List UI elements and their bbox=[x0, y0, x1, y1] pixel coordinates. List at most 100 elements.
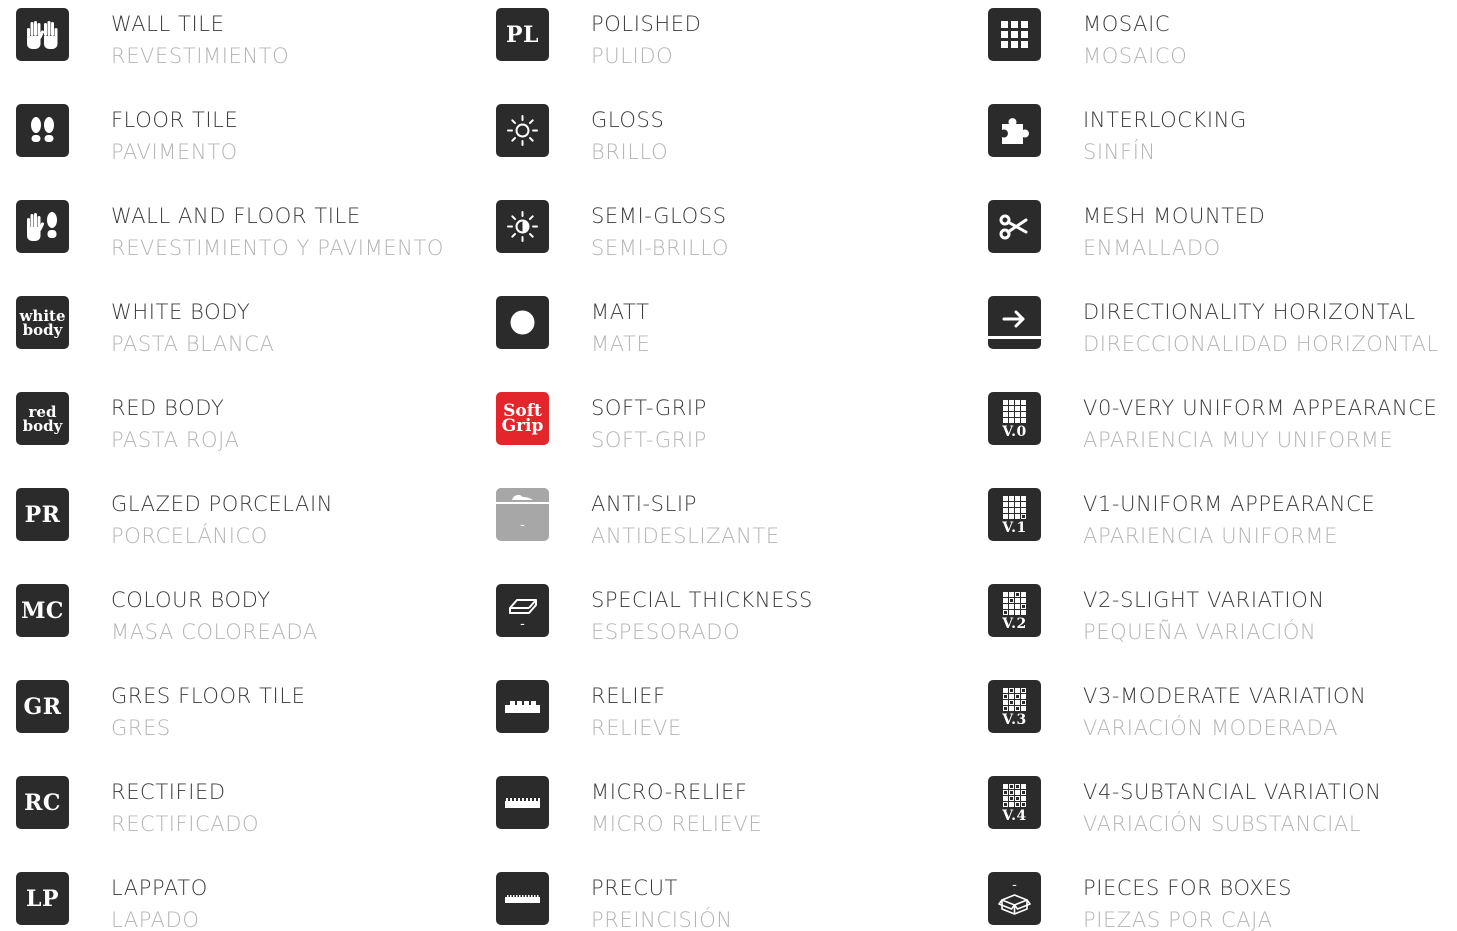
label-es: ENMALLADO bbox=[1083, 236, 1221, 260]
footprints-icon bbox=[16, 104, 69, 157]
legend-item: MESH MOUNTED ENMALLADO bbox=[988, 192, 1457, 260]
icon-text: Grip bbox=[501, 415, 544, 436]
legend-item: V.1 V1-UNIFORM APPEARANCE APARIENCIA UNI… bbox=[988, 480, 1457, 548]
legend-item: V.2 V2-SLIGHT VARIATION PEQUEÑA VARIACIÓ… bbox=[988, 576, 1457, 644]
icon-text: - bbox=[520, 615, 525, 631]
label-en: COLOUR BODY bbox=[111, 588, 271, 612]
precut-icon bbox=[496, 872, 549, 925]
shoe-icon: - bbox=[496, 488, 549, 541]
label-es: MICRO RELIEVE bbox=[591, 812, 763, 836]
v0-icon: V.0 bbox=[988, 392, 1041, 445]
legend-item: MC COLOUR BODY MASA COLOREADA bbox=[16, 576, 486, 644]
label-es: DIRECCIONALIDAD HORIZONTAL bbox=[1083, 332, 1439, 356]
label-en: PRECUT bbox=[591, 876, 678, 900]
label-es: ANTIDESLIZANTE bbox=[591, 524, 780, 548]
pr-icon: PR bbox=[16, 488, 69, 541]
label-es: SOFT-GRIP bbox=[591, 428, 707, 452]
micro-relief-icon bbox=[496, 776, 549, 829]
label-en: V4-SUBTANCIAL VARIATION bbox=[1083, 780, 1382, 804]
label-en: FLOOR TILE bbox=[111, 108, 239, 132]
legend-item: Soft Grip SOFT-GRIP SOFT-GRIP bbox=[496, 384, 966, 452]
label-en: ANTI-SLIP bbox=[591, 492, 697, 516]
icon-text: GR bbox=[23, 693, 62, 720]
label-es: VARIACIÓN SUBSTANCIAL bbox=[1083, 812, 1362, 836]
label-es: LAPADO bbox=[111, 908, 200, 931]
arrow-right-icon bbox=[988, 296, 1041, 349]
label-en: MESH MOUNTED bbox=[1083, 204, 1266, 228]
label-en: INTERLOCKING bbox=[1083, 108, 1247, 132]
legend-item: INTERLOCKING SINFÍN bbox=[988, 96, 1457, 164]
label-es: SINFÍN bbox=[1083, 140, 1156, 164]
hand-and-foot-icon bbox=[16, 200, 69, 253]
label-es: PASTA BLANCA bbox=[111, 332, 275, 356]
label-en: MOSAIC bbox=[1083, 12, 1171, 36]
legend-item: - ANTI-SLIP ANTIDESLIZANTE bbox=[496, 480, 966, 548]
label-en: MATT bbox=[591, 300, 650, 324]
label-en: RECTIFIED bbox=[111, 780, 226, 804]
v4-icon: V.4 bbox=[988, 776, 1041, 829]
legend-item: V.0 V0-VERY UNIFORM APPEARANCE APARIENCI… bbox=[988, 384, 1457, 452]
label-es: PEQUEÑA VARIACIÓN bbox=[1083, 620, 1317, 644]
legend-item: red body RED BODY PASTA ROJA bbox=[16, 384, 486, 452]
icon-text: PR bbox=[24, 501, 61, 528]
label-es: REVESTIMIENTO bbox=[111, 44, 290, 68]
label-en: MICRO-RELIEF bbox=[591, 780, 748, 804]
label-en: PIECES FOR BOXES bbox=[1083, 876, 1293, 900]
grid-icon bbox=[988, 8, 1041, 61]
legend-item: PR GLAZED PORCELAIN PORCELÁNICO bbox=[16, 480, 486, 548]
label-en: POLISHED bbox=[591, 12, 702, 36]
legend-item: PRECUT PREINCISIÓN bbox=[496, 864, 966, 931]
white-body-icon: white body bbox=[16, 296, 69, 349]
legend-item: GR GRES FLOOR TILE GRES bbox=[16, 672, 486, 740]
gr-icon: GR bbox=[16, 680, 69, 733]
label-en: GLOSS bbox=[591, 108, 665, 132]
legend-item: WALL TILE REVESTIMIENTO bbox=[16, 0, 486, 68]
lp-icon: LP bbox=[16, 872, 69, 925]
legend-item: RC RECTIFIED RECTIFICADO bbox=[16, 768, 486, 836]
label-es: REVESTIMIENTO Y PAVIMENTO bbox=[111, 236, 445, 260]
red-body-icon: red body bbox=[16, 392, 69, 445]
label-es: GRES bbox=[111, 716, 171, 740]
mc-icon: MC bbox=[16, 584, 69, 637]
icon-text: body bbox=[22, 320, 63, 339]
label-es: PIEZAS POR CAJA bbox=[1083, 908, 1273, 931]
legend-item: RELIEF RELIEVE bbox=[496, 672, 966, 740]
legend-item: GLOSS BRILLO bbox=[496, 96, 966, 164]
label-es: ESPESORADO bbox=[591, 620, 741, 644]
soft-grip-icon: Soft Grip bbox=[496, 392, 549, 445]
legend-item: WALL AND FLOOR TILE REVESTIMIENTO Y PAVI… bbox=[16, 192, 486, 260]
hands-icon bbox=[16, 8, 69, 61]
label-en: WALL TILE bbox=[111, 12, 225, 36]
icon-text: MC bbox=[21, 597, 64, 624]
half-sun-icon bbox=[496, 200, 549, 253]
sun-icon bbox=[496, 104, 549, 157]
label-es: PAVIMENTO bbox=[111, 140, 238, 164]
label-en: GRES FLOOR TILE bbox=[111, 684, 306, 708]
legend-item: white body WHITE BODY PASTA BLANCA bbox=[16, 288, 486, 356]
label-en: DIRECTIONALITY HORIZONTAL bbox=[1083, 300, 1416, 324]
label-en: WALL AND FLOOR TILE bbox=[111, 204, 361, 228]
legend-item: FLOOR TILE PAVIMENTO bbox=[16, 96, 486, 164]
label-en: RELIEF bbox=[591, 684, 666, 708]
label-es: RECTIFICADO bbox=[111, 812, 260, 836]
legend-item: - PIECES FOR BOXES PIEZAS POR CAJA bbox=[988, 864, 1457, 931]
pl-icon: PL bbox=[496, 8, 549, 61]
legend-item: V.4 V4-SUBTANCIAL VARIATION VARIACIÓN SU… bbox=[988, 768, 1457, 836]
icon-text: - bbox=[520, 516, 525, 532]
icon-text: V.4 bbox=[1002, 808, 1027, 824]
icon-text: V.3 bbox=[1002, 712, 1027, 728]
icon-text: V.0 bbox=[1002, 424, 1027, 440]
box-icon: - bbox=[988, 872, 1041, 925]
label-es: BRILLO bbox=[591, 140, 669, 164]
label-es: APARIENCIA UNIFORME bbox=[1083, 524, 1338, 548]
label-en: LAPPATO bbox=[111, 876, 208, 900]
v1-icon: V.1 bbox=[988, 488, 1041, 541]
label-es: APARIENCIA MUY UNIFORME bbox=[1083, 428, 1394, 452]
label-en: GLAZED PORCELAIN bbox=[111, 492, 334, 516]
icon-text: RC bbox=[24, 789, 61, 816]
v3-icon: V.3 bbox=[988, 680, 1041, 733]
label-es: PULIDO bbox=[591, 44, 674, 68]
label-es: RELIEVE bbox=[591, 716, 682, 740]
legend-item: MATT MATE bbox=[496, 288, 966, 356]
puzzle-icon bbox=[988, 104, 1041, 157]
